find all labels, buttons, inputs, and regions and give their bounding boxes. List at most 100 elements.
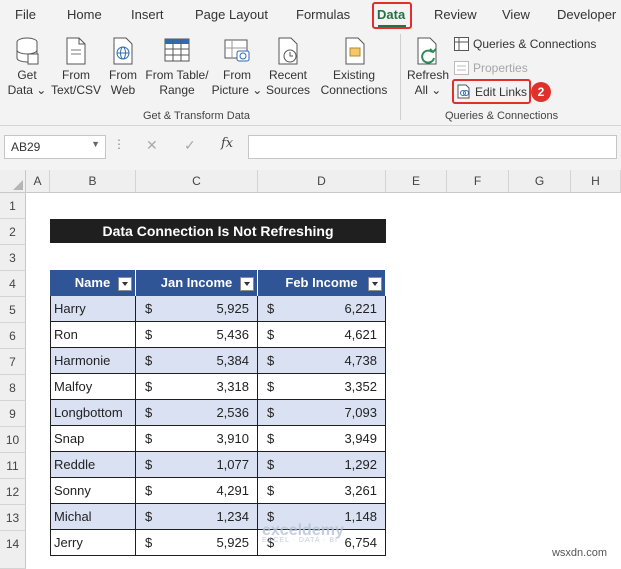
column-header-b[interactable]: B bbox=[50, 170, 136, 193]
cancel-icon[interactable]: ✕ bbox=[146, 137, 158, 154]
existing-connections-button[interactable]: Existing Connections bbox=[318, 36, 390, 98]
jan-income-cell[interactable]: $5,384 bbox=[136, 348, 258, 374]
name-cell[interactable]: Harmonie bbox=[50, 348, 136, 374]
feb-income-cell[interactable]: $3,261 bbox=[258, 478, 386, 504]
row-header-5[interactable]: 5 bbox=[0, 297, 26, 323]
column-header-f[interactable]: F bbox=[447, 170, 509, 193]
column-header-c[interactable]: C bbox=[136, 170, 258, 193]
row-header-13[interactable]: 13 bbox=[0, 505, 26, 531]
currency-symbol: $ bbox=[267, 405, 275, 420]
feb-income-cell[interactable]: $6,221 bbox=[258, 296, 386, 322]
row-header-6[interactable]: 6 bbox=[0, 323, 26, 349]
queries-connections-label: Queries & Connections bbox=[473, 37, 597, 51]
jan-value: 5,925 bbox=[216, 301, 249, 316]
jan-income-cell[interactable]: $5,436 bbox=[136, 322, 258, 348]
more-options-icon[interactable]: ⋮ bbox=[113, 137, 125, 151]
row-header-8[interactable]: 8 bbox=[0, 375, 26, 401]
from-web-label-2: Web bbox=[110, 83, 136, 97]
tab-home[interactable]: Home bbox=[67, 7, 102, 22]
row-header-1[interactable]: 1 bbox=[0, 193, 26, 219]
currency-symbol: $ bbox=[267, 457, 275, 472]
jan-income-cell[interactable]: $5,925 bbox=[136, 530, 258, 556]
name-cell[interactable]: Sonny bbox=[50, 478, 136, 504]
row-header-10[interactable]: 10 bbox=[0, 427, 26, 453]
row-header-14[interactable]: 14 bbox=[0, 531, 26, 569]
tab-file[interactable]: File bbox=[15, 7, 36, 22]
filter-dropdown-icon[interactable] bbox=[240, 277, 254, 291]
row-header-2[interactable]: 2 bbox=[0, 219, 26, 245]
insert-function-button[interactable]: fx bbox=[221, 136, 233, 151]
column-header-g[interactable]: G bbox=[509, 170, 571, 193]
row-header-9[interactable]: 9 bbox=[0, 401, 26, 427]
enter-icon[interactable]: ✓ bbox=[184, 137, 196, 154]
name-box[interactable]: AB29 ▼ bbox=[4, 135, 106, 159]
jan-value: 1,077 bbox=[216, 457, 249, 472]
column-header-a[interactable]: A bbox=[26, 170, 50, 193]
from-text-label-2: Text/CSV bbox=[50, 83, 101, 97]
from-text-csv-button[interactable]: From Text/CSV bbox=[50, 36, 102, 98]
feb-income-cell[interactable]: $4,621 bbox=[258, 322, 386, 348]
from-table-label-2: Range bbox=[159, 83, 195, 97]
jan-income-cell[interactable]: $3,318 bbox=[136, 374, 258, 400]
tab-page-layout[interactable]: Page Layout bbox=[195, 7, 268, 22]
feb-income-cell[interactable]: $3,949 bbox=[258, 426, 386, 452]
table-header-jan[interactable]: Jan Income bbox=[136, 270, 258, 296]
currency-symbol: $ bbox=[145, 431, 153, 446]
table-header-name[interactable]: Name bbox=[50, 270, 136, 296]
row-header-4[interactable]: 4 bbox=[0, 271, 26, 297]
column-header-d[interactable]: D bbox=[258, 170, 386, 193]
from-table-range-button[interactable]: From Table/ Range bbox=[144, 36, 210, 98]
feb-income-cell[interactable]: $7,093 bbox=[258, 400, 386, 426]
name-cell[interactable]: Malfoy bbox=[50, 374, 136, 400]
refresh-all-button[interactable]: Refresh All ⌄ bbox=[406, 36, 450, 98]
feb-value: 3,261 bbox=[344, 483, 377, 498]
recent-sources-button[interactable]: Recent Sources bbox=[264, 36, 312, 98]
existing-connections-label-1: Existing bbox=[332, 68, 376, 82]
get-transform-group-label: Get & Transform Data bbox=[143, 110, 250, 122]
edit-links-highlight bbox=[452, 79, 531, 104]
feb-value: 3,352 bbox=[344, 379, 377, 394]
name-cell[interactable]: Michal bbox=[50, 504, 136, 530]
column-header-h[interactable]: H bbox=[571, 170, 621, 193]
name-cell[interactable]: Reddle bbox=[50, 452, 136, 478]
tab-insert[interactable]: Insert bbox=[131, 7, 164, 22]
column-header-e[interactable]: E bbox=[386, 170, 447, 193]
from-web-button[interactable]: From Web bbox=[104, 36, 142, 98]
sheet-title[interactable]: Data Connection Is Not Refreshing bbox=[50, 219, 386, 243]
row-header-12[interactable]: 12 bbox=[0, 479, 26, 505]
jan-income-cell[interactable]: $1,234 bbox=[136, 504, 258, 530]
feb-income-cell[interactable]: $4,738 bbox=[258, 348, 386, 374]
jan-income-cell[interactable]: $2,536 bbox=[136, 400, 258, 426]
from-picture-button[interactable]: From Picture ⌄ bbox=[210, 36, 264, 98]
get-data-button[interactable]: Get Data ⌄ bbox=[6, 36, 48, 98]
feb-income-cell[interactable]: $3,352 bbox=[258, 374, 386, 400]
properties-button[interactable]: Properties bbox=[454, 61, 528, 75]
table-header-feb[interactable]: Feb Income bbox=[258, 270, 386, 296]
select-all-button[interactable] bbox=[0, 170, 26, 193]
jan-income-cell[interactable]: $1,077 bbox=[136, 452, 258, 478]
tab-view[interactable]: View bbox=[502, 7, 530, 22]
jan-income-cell[interactable]: $4,291 bbox=[136, 478, 258, 504]
row-header-7[interactable]: 7 bbox=[0, 349, 26, 375]
jan-income-cell[interactable]: $3,910 bbox=[136, 426, 258, 452]
formula-input[interactable] bbox=[248, 135, 617, 159]
tab-formulas[interactable]: Formulas bbox=[296, 7, 350, 22]
row-header-3[interactable]: 3 bbox=[0, 245, 26, 271]
name-cell[interactable]: Ron bbox=[50, 322, 136, 348]
tab-developer[interactable]: Developer bbox=[557, 7, 616, 22]
tab-review[interactable]: Review bbox=[434, 7, 477, 22]
queries-connections-button[interactable]: Queries & Connections bbox=[454, 37, 596, 51]
name-cell[interactable]: Harry bbox=[50, 296, 136, 322]
name-box-value: AB29 bbox=[11, 140, 41, 154]
row-header-11[interactable]: 11 bbox=[0, 453, 26, 479]
chevron-down-icon[interactable]: ▼ bbox=[91, 139, 100, 149]
filter-dropdown-icon[interactable] bbox=[118, 277, 132, 291]
name-cell[interactable]: Snap bbox=[50, 426, 136, 452]
jan-income-cell[interactable]: $5,925 bbox=[136, 296, 258, 322]
currency-symbol: $ bbox=[267, 431, 275, 446]
name-cell[interactable]: Jerry bbox=[50, 530, 136, 556]
name-cell[interactable]: Longbottom bbox=[50, 400, 136, 426]
feb-income-cell[interactable]: $1,292 bbox=[258, 452, 386, 478]
filter-dropdown-icon[interactable] bbox=[368, 277, 382, 291]
recent-icon bbox=[278, 37, 298, 65]
